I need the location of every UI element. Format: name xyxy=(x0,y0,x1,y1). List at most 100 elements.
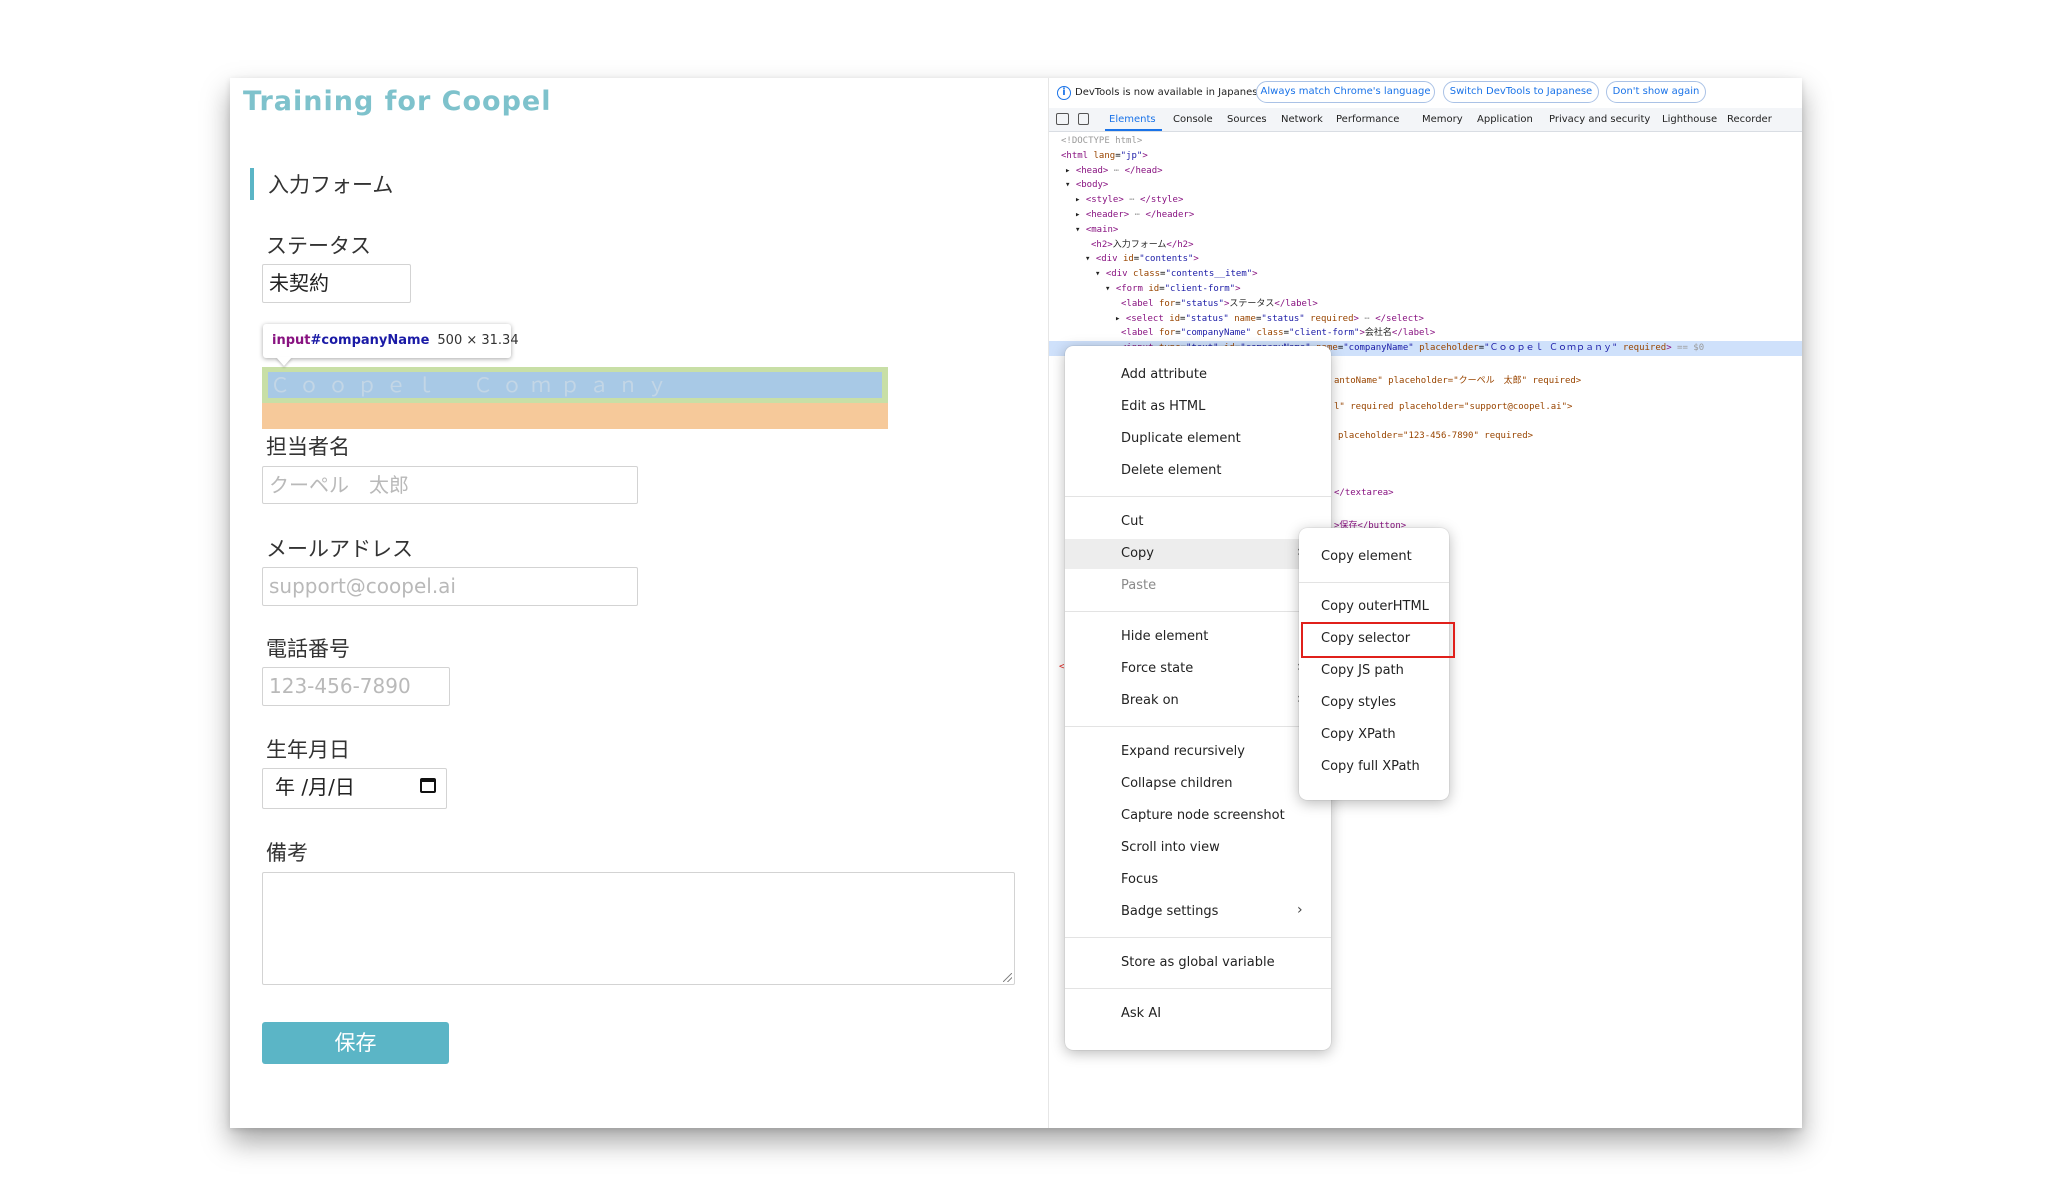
tab-console[interactable]: Console xyxy=(1173,114,1213,125)
menu-ask-ai[interactable]: Ask AI xyxy=(1065,999,1331,1029)
menu-collapse-children[interactable]: Collapse children xyxy=(1065,769,1331,799)
dom-line[interactable]: <label for="companyName" class="client-f… xyxy=(1049,326,1802,341)
dont-show-again-button[interactable]: Don't show again xyxy=(1606,81,1706,103)
menu-separator xyxy=(1065,937,1331,938)
tab-recorder[interactable]: Recorder xyxy=(1727,114,1772,125)
menu-separator xyxy=(1065,496,1331,497)
dom-line[interactable]: <h2>入力フォーム</h2> xyxy=(1049,238,1802,253)
device-toolbar-icon[interactable] xyxy=(1078,113,1089,125)
context-menu: Add attribute Edit as HTML Duplicate ele… xyxy=(1065,346,1331,1050)
status-label: ステータス xyxy=(266,234,371,258)
resize-grip-icon[interactable] xyxy=(1003,973,1012,982)
company-name-input[interactable]: Ｃｏｏｐｅｌ Ｃｏｍｐａｎｙ xyxy=(268,372,882,398)
web-page: Training for Coopel 入力フォーム ステータス 未契約 Ｃｏｏ… xyxy=(230,78,1048,1128)
tab-memory[interactable]: Memory xyxy=(1422,114,1463,125)
save-button[interactable]: 保存 xyxy=(262,1022,449,1064)
section-title: 入力フォーム xyxy=(268,173,394,197)
site-title: Training for Coopel xyxy=(243,86,552,117)
birth-label: 生年月日 xyxy=(266,738,350,762)
copy-submenu: Copy element Copy outerHTML Copy selecto… xyxy=(1299,528,1449,800)
inspect-element-icon[interactable] xyxy=(1056,113,1069,125)
phone-input[interactable]: 123-456-7890 xyxy=(262,667,450,706)
dom-line[interactable]: ▸ <style> ⋯ </style> xyxy=(1049,193,1802,208)
contact-name-input[interactable]: クーペル 太郎 xyxy=(262,466,638,504)
dom-line[interactable]: ▾ <form id="client-form"> xyxy=(1049,282,1802,297)
dom-line[interactable]: ▸ <select id="status" name="status" requ… xyxy=(1049,312,1802,327)
menu-scroll-into-view[interactable]: Scroll into view xyxy=(1065,833,1331,863)
dom-line[interactable]: <html lang="jp"> xyxy=(1049,149,1802,164)
tooltip-arrow xyxy=(276,357,292,366)
menu-focus[interactable]: Focus xyxy=(1065,865,1331,895)
devtools-panel: i DevTools is now available in Japanese!… xyxy=(1048,78,1802,1128)
dom-tail-line: </textarea> xyxy=(1334,488,1394,498)
tab-lighthouse[interactable]: Lighthouse xyxy=(1662,114,1717,125)
inspect-tooltip: input#companyName 500 × 31.34 xyxy=(263,324,519,358)
menu-copy[interactable]: Copy xyxy=(1065,539,1331,569)
menu-copy-outer-html[interactable]: Copy outerHTML xyxy=(1299,592,1449,622)
menu-break-on[interactable]: Break on xyxy=(1065,686,1331,716)
menu-hide-element[interactable]: Hide element xyxy=(1065,622,1331,652)
dom-line[interactable]: ▸ <head> ⋯ </head> xyxy=(1049,164,1802,179)
dom-tail-line: antoName" placeholder="クーペル 太郎" required… xyxy=(1334,376,1582,386)
menu-copy-full-xpath[interactable]: Copy full XPath xyxy=(1299,752,1449,782)
tooltip-tag: input xyxy=(272,333,311,348)
dom-line[interactable]: ▸ <header> ⋯ </header> xyxy=(1049,208,1802,223)
menu-cut[interactable]: Cut xyxy=(1065,507,1331,537)
info-icon: i xyxy=(1057,86,1071,100)
selected-node-marker: == $0 xyxy=(1677,343,1705,354)
menu-separator xyxy=(1065,611,1331,612)
menu-badge-settings[interactable]: Badge settings xyxy=(1065,897,1331,927)
notes-textarea[interactable] xyxy=(262,872,1015,985)
menu-separator xyxy=(1065,726,1331,727)
menu-copy-xpath[interactable]: Copy XPath xyxy=(1299,720,1449,750)
dom-tail-line: placeholder="123-456-7890" required> xyxy=(1338,431,1534,441)
menu-paste[interactable]: Paste xyxy=(1065,571,1331,601)
menu-force-state[interactable]: Force state xyxy=(1065,654,1331,684)
tab-application[interactable]: Application xyxy=(1477,114,1533,125)
dom-tail-line: l" required placeholder="support@coopel.… xyxy=(1334,402,1573,412)
dom-line[interactable]: ▾ <div id="contents"> xyxy=(1049,252,1802,267)
menu-add-attribute[interactable]: Add attribute xyxy=(1065,360,1331,390)
menu-copy-styles[interactable]: Copy styles xyxy=(1299,688,1449,718)
browser-window: Training for Coopel 入力フォーム ステータス 未契約 Ｃｏｏ… xyxy=(230,78,1802,1128)
menu-separator xyxy=(1299,582,1449,583)
dom-tail-line: < xyxy=(1059,662,1065,672)
menu-duplicate-element[interactable]: Duplicate element xyxy=(1065,424,1331,454)
dom-line[interactable]: ▾ <body> xyxy=(1049,178,1802,193)
tab-privacy-security[interactable]: Privacy and security xyxy=(1549,114,1650,125)
switch-to-japanese-button[interactable]: Switch DevTools to Japanese xyxy=(1443,81,1599,103)
active-tab-indicator xyxy=(1105,129,1162,131)
dom-line[interactable]: <!DOCTYPE html> xyxy=(1049,134,1802,149)
notes-label: 備考 xyxy=(266,841,308,865)
menu-expand-recursively[interactable]: Expand recursively xyxy=(1065,737,1331,767)
birth-date-value: 年 /月/日 xyxy=(275,775,355,799)
language-infobar: i DevTools is now available in Japanese!… xyxy=(1049,78,1802,108)
tab-elements[interactable]: Elements xyxy=(1109,114,1156,125)
menu-copy-element[interactable]: Copy element xyxy=(1299,542,1449,572)
email-input[interactable]: support@coopel.ai xyxy=(262,567,638,606)
tab-sources[interactable]: Sources xyxy=(1227,114,1267,125)
badge-settings-chevron-icon: › xyxy=(1297,902,1303,918)
menu-copy-js-path[interactable]: Copy JS path xyxy=(1299,656,1449,686)
status-select[interactable]: 未契約 xyxy=(262,264,411,303)
birth-date-input[interactable]: 年 /月/日 xyxy=(262,768,447,809)
tab-network[interactable]: Network xyxy=(1281,114,1323,125)
menu-delete-element[interactable]: Delete element xyxy=(1065,456,1331,486)
infobar-message: DevTools is now available in Japanese! xyxy=(1075,87,1268,98)
always-match-language-button[interactable]: Always match Chrome's language xyxy=(1256,81,1435,103)
dom-tree: <!DOCTYPE html> <html lang="jp"> ▸ <head… xyxy=(1049,134,1802,356)
tooltip-size: 500 × 31.34 xyxy=(437,333,519,348)
calendar-icon[interactable] xyxy=(420,778,436,793)
tooltip-id: #companyName xyxy=(310,333,430,348)
phone-label: 電話番号 xyxy=(266,637,350,661)
contact-label: 担当者名 xyxy=(266,435,350,459)
menu-store-as-global-variable[interactable]: Store as global variable xyxy=(1065,948,1331,978)
dom-line[interactable]: ▾ <div class="contents__item"> xyxy=(1049,267,1802,282)
dom-line[interactable]: ▾ <main> xyxy=(1049,223,1802,238)
menu-edit-as-html[interactable]: Edit as HTML xyxy=(1065,392,1331,422)
menu-capture-node-screenshot[interactable]: Capture node screenshot xyxy=(1065,801,1331,831)
dom-line[interactable]: <label for="status">ステータス</label> xyxy=(1049,297,1802,312)
section-accent-bar xyxy=(250,168,254,200)
tab-performance[interactable]: Performance xyxy=(1336,114,1399,125)
email-label: メールアドレス xyxy=(266,537,413,561)
